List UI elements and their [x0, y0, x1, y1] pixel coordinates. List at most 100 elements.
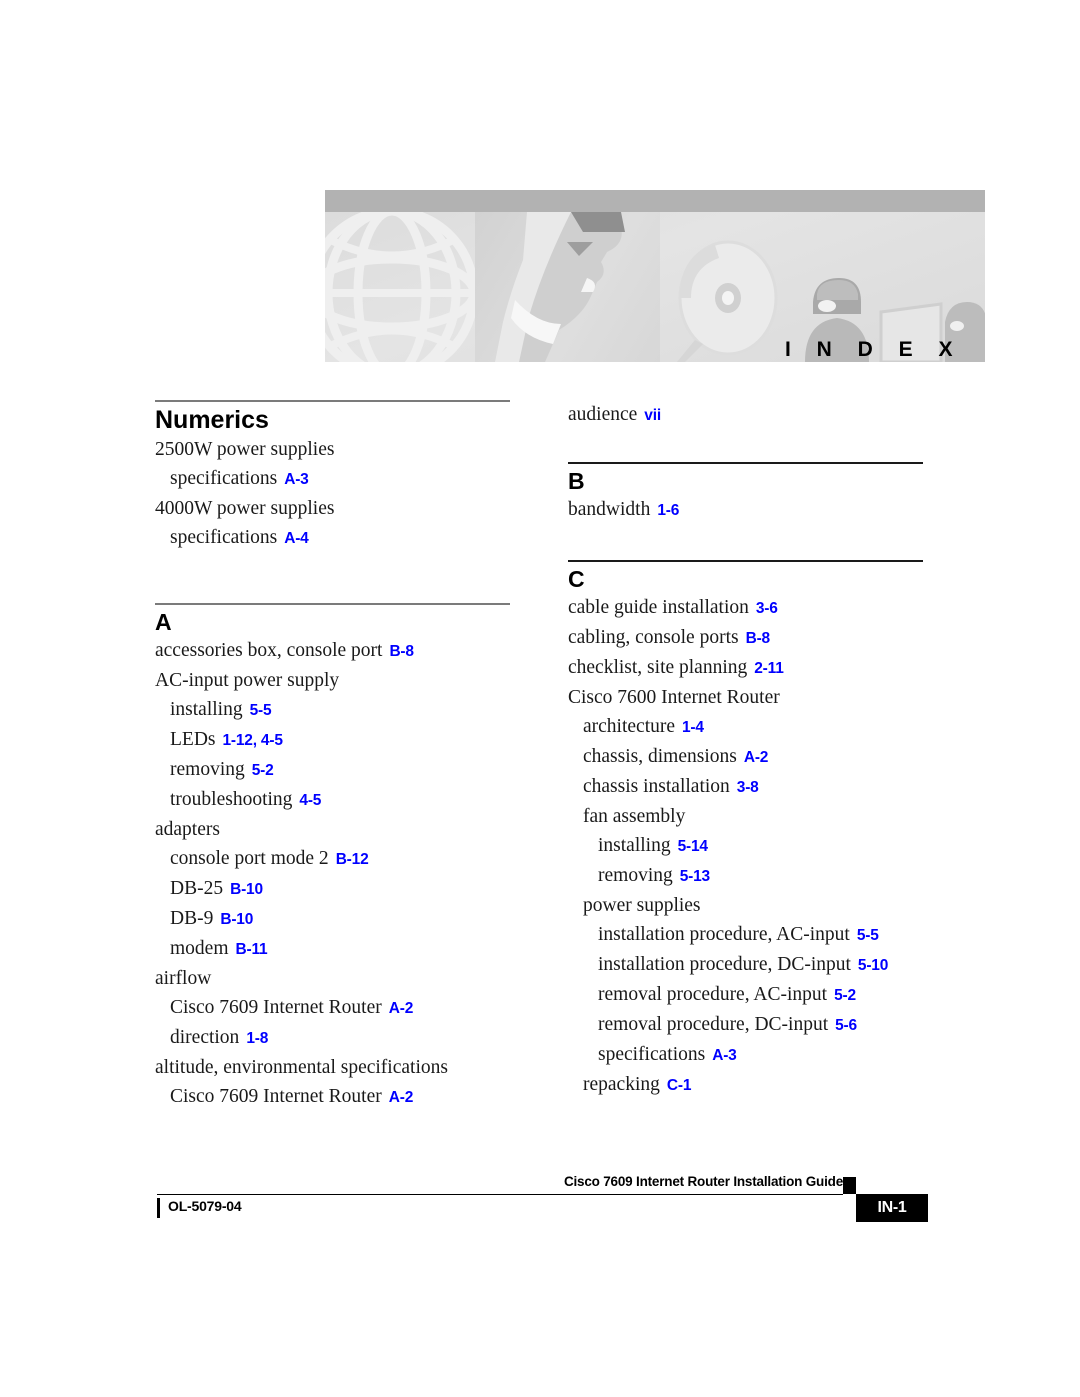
entry-text: airflow [155, 968, 212, 989]
entry-text: cable guide installation [568, 597, 749, 618]
page-reference[interactable]: A-2 [382, 1000, 414, 1017]
entry-text: DB-9 [170, 908, 214, 929]
page-reference[interactable]: 5-2 [827, 987, 856, 1004]
page-reference[interactable]: vii [637, 407, 661, 424]
entry-text: specifications [170, 527, 278, 548]
page-reference[interactable]: B-11 [229, 941, 268, 958]
entry-text: removal procedure, DC-input [598, 1014, 829, 1035]
index-entry[interactable]: cable guide installation 3-6 [568, 593, 923, 623]
index-entry[interactable]: removal procedure, AC-input 5-2 [568, 980, 923, 1010]
index-entry[interactable]: removal procedure, DC-input 5-6 [568, 1010, 923, 1040]
entry-text: DB-25 [170, 878, 224, 899]
index-entry[interactable]: removing 5-13 [568, 861, 923, 891]
index-entry[interactable]: bandwidth 1-6 [568, 495, 923, 525]
entry-text: Cisco 7600 Internet Router [568, 687, 780, 708]
entry-text: LEDs [170, 729, 216, 750]
page-reference[interactable]: 5-5 [243, 702, 272, 719]
page-reference[interactable]: B-10 [213, 911, 253, 928]
page-reference[interactable]: 5-5 [850, 927, 879, 944]
index-entry[interactable]: fan assembly [568, 802, 923, 831]
page-reference[interactable]: 1-12, 4-5 [216, 732, 283, 749]
entry-list-b: bandwidth 1-6 [568, 495, 923, 525]
index-section-a: A accessories box, console port B-8 AC-in… [155, 603, 510, 1112]
index-entry[interactable]: altitude, environmental specifications [155, 1053, 510, 1082]
compact-disc-icon [673, 240, 783, 362]
entry-list-numerics: 2500W power supplies specifications A-3 4… [155, 435, 510, 553]
section-heading-b: B [568, 468, 585, 494]
index-entry[interactable]: modem B-11 [155, 934, 510, 964]
page-reference[interactable]: C-1 [660, 1077, 692, 1094]
index-entry[interactable]: checklist, site planning 2-11 [568, 653, 923, 683]
index-entry[interactable]: 2500W power supplies [155, 435, 510, 464]
page-reference[interactable]: B-8 [382, 643, 414, 660]
index-entry[interactable]: DB-25 B-10 [155, 874, 510, 904]
index-entry[interactable]: specifications A-4 [155, 523, 510, 553]
entry-text: bandwidth [568, 499, 651, 520]
entry-text: cabling, console ports [568, 627, 739, 648]
footer-tick-mark [157, 1198, 160, 1218]
page-reference[interactable]: 1-4 [675, 719, 704, 736]
page-reference[interactable]: 3-8 [730, 779, 759, 796]
page-reference[interactable]: B-12 [329, 851, 369, 868]
page-reference[interactable]: A-3 [705, 1047, 737, 1064]
section-divider [155, 603, 510, 605]
section-divider [568, 462, 923, 464]
index-entry[interactable]: removing 5-2 [155, 755, 510, 785]
index-entry[interactable]: accessories box, console port B-8 [155, 636, 510, 666]
index-section-c: C cable guide installation 3-6 cabling, c… [568, 560, 923, 1100]
index-entry[interactable]: specifications A-3 [568, 1040, 923, 1070]
index-entry[interactable]: DB-9 B-10 [155, 904, 510, 934]
entry-list-c: cable guide installation 3-6 cabling, con… [568, 593, 923, 1100]
index-section-b: B bandwidth 1-6 [568, 462, 923, 525]
index-entry[interactable]: troubleshooting 4-5 [155, 785, 510, 815]
page-reference[interactable]: A-4 [277, 530, 309, 547]
page-reference[interactable]: B-10 [223, 881, 263, 898]
page-reference[interactable]: 5-10 [851, 957, 888, 974]
footer-divider [157, 1194, 843, 1195]
index-entry[interactable]: LEDs 1-12, 4-5 [155, 725, 510, 755]
index-entry[interactable]: specifications A-3 [155, 464, 510, 494]
index-entry[interactable]: installing 5-14 [568, 831, 923, 861]
page-reference[interactable]: 4-5 [292, 792, 321, 809]
entry-list-a: accessories box, console port B-8 AC-inpu… [155, 636, 510, 1112]
index-entry[interactable]: installation procedure, AC-input 5-5 [568, 920, 923, 950]
index-entry[interactable]: Cisco 7609 Internet Router A-2 [155, 1082, 510, 1112]
index-entry[interactable]: adapters [155, 815, 510, 844]
page-reference[interactable]: 1-8 [239, 1030, 268, 1047]
page-reference[interactable]: A-2 [382, 1089, 414, 1106]
page-reference[interactable]: A-3 [277, 471, 309, 488]
page-reference[interactable]: 5-14 [671, 838, 708, 855]
index-entry[interactable]: installation procedure, DC-input 5-10 [568, 950, 923, 980]
section-divider [155, 400, 510, 402]
page-reference[interactable]: 5-2 [245, 762, 274, 779]
page-reference[interactable]: B-8 [739, 630, 771, 647]
index-entry[interactable]: Cisco 7600 Internet Router [568, 683, 923, 712]
page-reference[interactable]: 1-6 [650, 502, 679, 519]
page-reference[interactable]: 3-6 [749, 600, 778, 617]
index-entry[interactable]: cabling, console ports B-8 [568, 623, 923, 653]
index-entry[interactable]: 4000W power supplies [155, 494, 510, 523]
index-entry[interactable]: audience vii [568, 400, 923, 430]
entry-text: specifications [598, 1044, 706, 1065]
page-reference[interactable]: 5-6 [828, 1017, 857, 1034]
index-entry[interactable]: AC-input power supply [155, 666, 510, 695]
index-entry[interactable]: direction 1-8 [155, 1023, 510, 1053]
page-reference[interactable]: 2-11 [747, 660, 784, 677]
index-entry[interactable]: repacking C-1 [568, 1070, 923, 1100]
index-entry[interactable]: airflow [155, 964, 510, 993]
index-entry[interactable]: architecture 1-4 [568, 712, 923, 742]
entry-text: removing [170, 759, 245, 780]
index-entry[interactable]: installing 5-5 [155, 695, 510, 725]
index-entry[interactable]: power supplies [568, 891, 923, 920]
entry-text: removing [598, 865, 673, 886]
index-entry[interactable]: chassis installation 3-8 [568, 772, 923, 802]
entry-text: console port mode 2 [170, 848, 329, 869]
index-entry[interactable]: console port mode 2 B-12 [155, 844, 510, 874]
page-reference[interactable]: A-2 [737, 749, 769, 766]
index-entry[interactable]: Cisco 7609 Internet Router A-2 [155, 993, 510, 1023]
index-section-numerics: Numerics 2500W power supplies specificat… [155, 400, 510, 553]
section-heading-c: C [568, 566, 585, 592]
index-entry[interactable]: chassis, dimensions A-2 [568, 742, 923, 772]
page-reference[interactable]: 5-13 [673, 868, 710, 885]
